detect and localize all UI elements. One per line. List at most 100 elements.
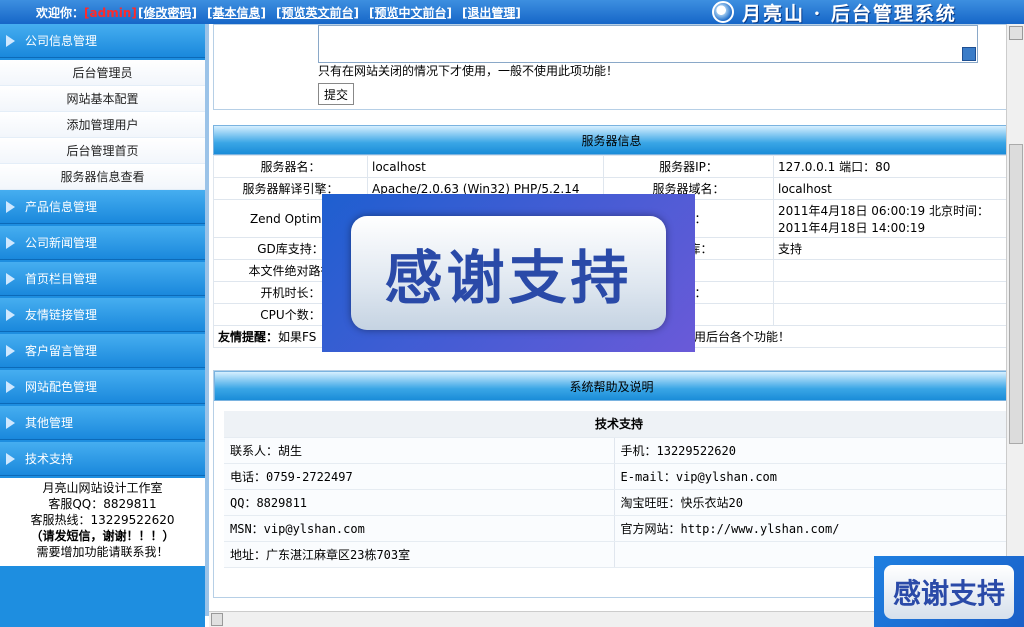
- thanks-text: 感谢支持: [384, 244, 633, 312]
- sidebar-section-label: 网站配色管理: [25, 380, 98, 394]
- arrow-right-icon: [6, 452, 15, 465]
- sidebar-section-tech-support[interactable]: 技术支持: [0, 442, 205, 476]
- top-links: [修改密码] [基本信息] [预览英文前台] [预览中文前台] [退出管理]: [138, 4, 531, 21]
- arrow-right-icon: [6, 272, 15, 285]
- sidebar-section-news[interactable]: 公司新闻管理: [0, 226, 205, 260]
- sidebar-submenu: 后台管理员 网站基本配置 添加管理用户 后台管理首页 服务器信息查看: [0, 60, 205, 190]
- tech-support-title: 技术支持: [224, 411, 1008, 438]
- arrow-right-icon: [6, 200, 15, 213]
- msn: MSN：vip@ylshan.com: [224, 515, 615, 542]
- moon-icon: [712, 1, 734, 23]
- email: E-mail：vip@ylshan.com: [614, 463, 1008, 490]
- arrow-right-icon: [6, 34, 15, 47]
- tech-support-table: 技术支持 联系人：胡生 手机：13229522620 电话：0759-272249…: [224, 411, 1008, 568]
- resize-icon[interactable]: [962, 47, 976, 61]
- tech-support-block: 技术支持 联系人：胡生 手机：13229522620 电话：0759-272249…: [224, 411, 1008, 568]
- thanks-mini-text: 感谢支持: [892, 576, 1005, 610]
- scroll-left-icon[interactable]: [211, 613, 223, 626]
- cell-label: 服务器名：: [213, 155, 368, 178]
- preview-english-link[interactable]: [预览英文前台]: [276, 6, 359, 20]
- sidebar-section-label: 技术支持: [25, 452, 74, 466]
- sidebar-section-other[interactable]: 其他管理: [0, 406, 205, 440]
- scroll-up-icon[interactable]: [1009, 26, 1023, 40]
- sidebar-section-label: 公司新闻管理: [25, 236, 98, 250]
- help-title: 系统帮助及说明: [214, 371, 1009, 401]
- cell-label: 服务器IP：: [603, 155, 774, 178]
- sidebar-item-admin-home[interactable]: 后台管理首页: [0, 138, 205, 164]
- taobao-wangwang: 淘宝旺旺：快乐衣站20: [614, 489, 1008, 516]
- sidebar-section-friend-links[interactable]: 友情链接管理: [0, 298, 205, 332]
- contact-person: 联系人：胡生: [224, 437, 615, 464]
- sidebar-section-colors[interactable]: 网站配色管理: [0, 370, 205, 404]
- arrow-right-icon: [6, 236, 15, 249]
- support-hotline: 客服热线：13229522620: [30, 513, 175, 527]
- logout-link[interactable]: [退出管理]: [462, 6, 521, 20]
- studio-name: 月亮山网站设计工作室: [42, 481, 163, 495]
- table-row: 联系人：胡生 手机：13229522620: [224, 437, 1008, 464]
- sidebar-section-label: 首页栏目管理: [25, 272, 98, 286]
- welcome-text: 欢迎你：[admin]: [36, 4, 137, 21]
- table-row: 服务器名： localhost 服务器IP： 127.0.0.1 端口：80: [213, 155, 1010, 178]
- more-features-note: 需要增加功能请联系我！: [36, 545, 169, 559]
- contact-info: 月亮山网站设计工作室 客服QQ：8829811 客服热线：13229522620…: [0, 478, 205, 566]
- table-row: 电话：0759-2722497 E-mail：vip@ylshan.com: [224, 463, 1008, 490]
- cell-value: [773, 259, 1010, 282]
- cell-value: [773, 303, 1010, 326]
- arrow-right-icon: [6, 344, 15, 357]
- cell-value: 2011年4月18日 06:00:19 北京时间： 2011年4月18日 14:0…: [773, 199, 1010, 238]
- cell-value: localhost: [367, 155, 604, 178]
- mobile: 手机：13229522620: [614, 437, 1008, 464]
- form-note: 只有在网站关闭的情况下才使用，一般不使用此项功能！: [318, 64, 619, 78]
- cell-value: localhost: [773, 177, 1010, 200]
- arrow-right-icon: [6, 308, 15, 321]
- sidebar-section-label: 产品信息管理: [25, 200, 98, 214]
- cell-value: 支持: [773, 237, 1010, 260]
- qq: QQ：8829811: [224, 489, 615, 516]
- tip-label: 友情提醒：: [218, 330, 279, 344]
- sidebar-item-add-user[interactable]: 添加管理用户: [0, 112, 205, 138]
- sidebar-section-label: 其他管理: [25, 416, 74, 430]
- change-password-link[interactable]: [修改密码]: [138, 6, 197, 20]
- arrow-right-icon: [6, 416, 15, 429]
- server-info-title: 服务器信息: [213, 125, 1010, 155]
- support-qq: 客服QQ：8829811: [48, 497, 157, 511]
- current-user: [admin]: [84, 6, 137, 20]
- thanks-mini-banner[interactable]: 感谢支持: [874, 556, 1024, 627]
- table-row: MSN：vip@ylshan.com 官方网站：http://www.ylshan…: [224, 515, 1008, 542]
- vertical-scrollbar[interactable]: [1006, 24, 1024, 627]
- close-message-textarea[interactable]: [318, 25, 978, 63]
- sidebar-item-site-config[interactable]: 网站基本配置: [0, 86, 205, 112]
- sidebar-section-homepage-columns[interactable]: 首页栏目管理: [0, 262, 205, 296]
- sidebar-section-products[interactable]: 产品信息管理: [0, 190, 205, 224]
- sms-note: （请发短信，谢谢！！！）: [30, 529, 175, 543]
- sidebar-section-label: 公司信息管理: [25, 34, 98, 48]
- thanks-plate: 感谢支持: [351, 216, 666, 330]
- sidebar-section-label: 客户留言管理: [25, 344, 98, 358]
- sidebar: 公司信息管理 后台管理员 网站基本配置 添加管理用户 后台管理首页 服务器信息查…: [0, 24, 205, 627]
- brand-title: 月亮山 · 后台管理系统: [742, 2, 957, 25]
- basic-info-link[interactable]: [基本信息]: [207, 6, 266, 20]
- preview-chinese-link[interactable]: [预览中文前台]: [369, 6, 452, 20]
- tip-start: 如果FS: [278, 330, 317, 344]
- thanks-mini-plate: 感谢支持: [884, 564, 1014, 619]
- phone: 电话：0759-2722497: [224, 463, 615, 490]
- site-close-form: 只有在网站关闭的情况下才使用，一般不使用此项功能！ 提交: [213, 24, 1010, 110]
- sidebar-item-admins[interactable]: 后台管理员: [0, 60, 205, 86]
- thanks-banner[interactable]: 感谢支持: [322, 194, 695, 352]
- welcome-prefix: 欢迎你：: [36, 6, 85, 20]
- top-bar: 欢迎你：[admin] [修改密码] [基本信息] [预览英文前台] [预览中文前台]…: [0, 0, 1024, 25]
- cell-value: [773, 281, 1010, 304]
- arrow-right-icon: [6, 380, 15, 393]
- cell-value: 127.0.0.1 端口：80: [773, 155, 1010, 178]
- brand-logo: 月亮山 · 后台管理系统: [712, 0, 957, 25]
- table-row: QQ：8829811 淘宝旺旺：快乐衣站20: [224, 489, 1008, 516]
- sidebar-section-company-info[interactable]: 公司信息管理: [0, 24, 205, 58]
- sidebar-item-server-info[interactable]: 服务器信息查看: [0, 164, 205, 190]
- address: 地址：广东湛江麻章区23栋703室: [224, 541, 615, 568]
- sidebar-section-label: 友情链接管理: [25, 308, 98, 322]
- table-row: 技术支持: [224, 411, 1008, 438]
- scroll-thumb[interactable]: [1009, 144, 1023, 444]
- official-site: 官方网站：http://www.ylshan.com/: [614, 515, 1008, 542]
- sidebar-section-messages[interactable]: 客户留言管理: [0, 334, 205, 368]
- submit-button[interactable]: 提交: [318, 83, 354, 105]
